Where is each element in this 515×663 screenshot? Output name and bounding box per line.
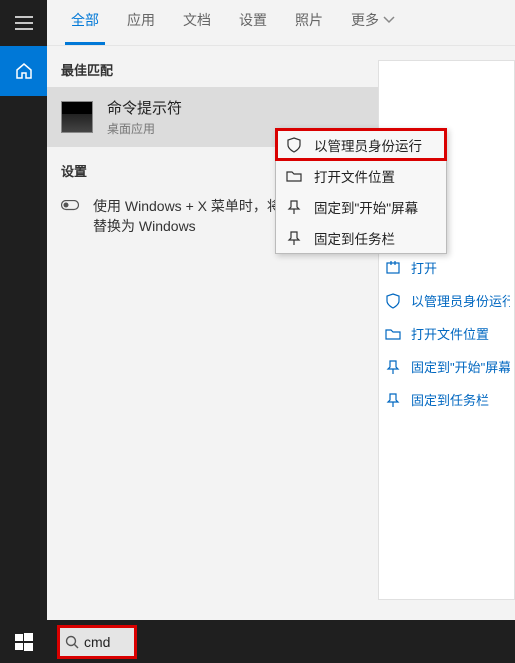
search-icon [60, 635, 84, 649]
taskbar [0, 620, 515, 663]
folder-icon [286, 168, 302, 184]
filter-tabs: 全部 应用 文档 设置 照片 更多 [47, 0, 515, 46]
ctx-run-as-admin[interactable]: 以管理员身份运行 [276, 129, 446, 160]
tab-all[interactable]: 全部 [65, 0, 105, 45]
ctx-pin-to-start[interactable]: 固定到"开始"屏幕 [276, 191, 446, 222]
home-button[interactable] [0, 46, 47, 96]
hamburger-button[interactable] [0, 0, 47, 46]
tab-photos[interactable]: 照片 [289, 0, 329, 45]
best-match-title: 命令提示符 [107, 97, 182, 118]
toggle-icon [61, 199, 81, 213]
search-input[interactable] [84, 634, 134, 650]
tab-apps[interactable]: 应用 [121, 0, 161, 45]
start-sidebar [0, 0, 47, 663]
ctx-open-file-location[interactable]: 打开文件位置 [276, 160, 446, 191]
windows-logo-icon [15, 633, 33, 651]
search-box[interactable] [57, 625, 137, 659]
ctx-pin-to-taskbar[interactable]: 固定到任务栏 [276, 222, 446, 253]
tab-docs[interactable]: 文档 [177, 0, 217, 45]
preview-action-pin-taskbar[interactable]: 固定到任务栏 [383, 383, 510, 416]
context-menu: 以管理员身份运行 打开文件位置 固定到"开始"屏幕 固定到任务栏 [275, 128, 447, 254]
start-button[interactable] [0, 620, 47, 663]
best-match-subtitle: 桌面应用 [107, 120, 182, 137]
preview-action-open-location[interactable]: 打开文件位置 [383, 317, 510, 350]
preview-action-run-admin[interactable]: 以管理员身份运行 [383, 284, 510, 317]
preview-action-pin-start[interactable]: 固定到"开始"屏幕 [383, 350, 510, 383]
pin-icon [286, 230, 302, 246]
chevron-down-icon [383, 16, 395, 24]
preview-action-open[interactable]: 打开 [383, 251, 510, 284]
tab-settings[interactable]: 设置 [233, 0, 273, 45]
cmd-app-icon [61, 101, 93, 133]
tab-more[interactable]: 更多 [345, 0, 401, 45]
shield-icon [286, 137, 302, 153]
search-results-panel: 全部 应用 文档 设置 照片 更多 最佳匹配 命令提示符 桌面应用 设置 [47, 0, 515, 620]
pin-icon [286, 199, 302, 215]
